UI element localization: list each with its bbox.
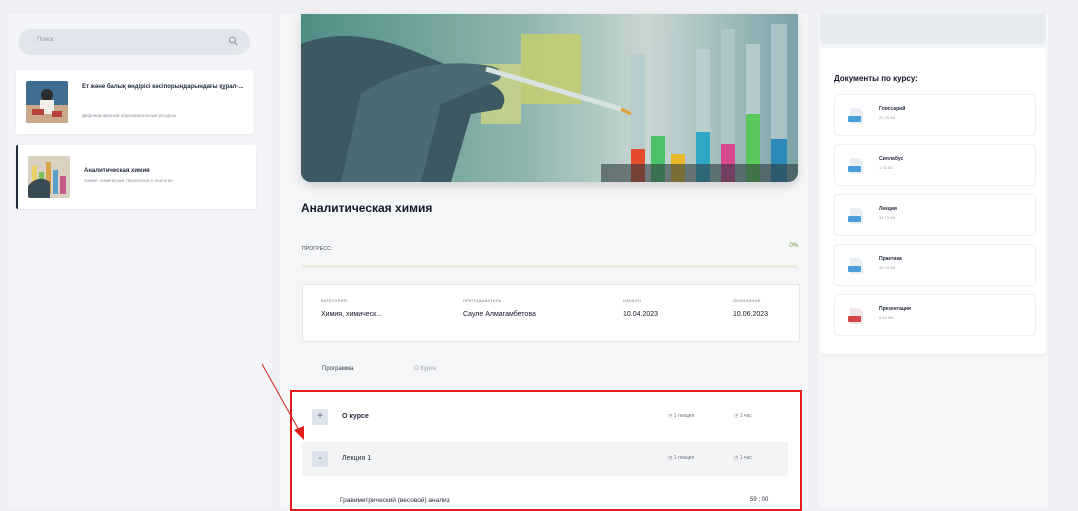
info-end-date: ОКОНЧАНИЕ 10.06.2023 [733, 298, 768, 318]
course-thumbnail [26, 81, 68, 123]
progress-bar [302, 265, 798, 268]
course-tabs: Программа О Курсе [302, 360, 798, 391]
course-title: Аналитическая химия [301, 201, 433, 215]
annotation-arrow-icon [261, 363, 304, 440]
course-main: Аналитическая химия ПРОГРЕСС: 0% КАТЕГОР… [280, 14, 808, 511]
file-icon [848, 258, 863, 274]
course-subtitle: Химия, химические технологии и экология [84, 178, 173, 183]
document-name: Практика [879, 256, 902, 262]
progress-label: ПРОГРЕСС: [302, 246, 333, 252]
info-label: ОКОНЧАНИЕ [733, 298, 761, 303]
course-thumbnail [28, 156, 70, 198]
section-title: Лекция 1 [342, 455, 372, 462]
progress-percent: 0% [789, 243, 798, 249]
info-teacher: ПРЕПОДАВАТЕЛЬ Сауле Алмагамбетова [463, 298, 536, 318]
document-name: Лекция [879, 206, 897, 212]
document-name: Силлабус [879, 156, 904, 162]
section-title: О курсе [342, 413, 369, 420]
file-icon [848, 208, 863, 224]
documents-panel: Документы по курсу: Глоссарий 21.29 КБ С… [820, 48, 1046, 354]
document-item-presentation[interactable]: Презентация 8.53 МБ [834, 294, 1036, 336]
lecture-count: ◷ 1 лекция [668, 413, 695, 419]
course-card-analytical-chemistry[interactable]: Аналитическая химия Химия, химические те… [16, 145, 256, 209]
program-list: + О курсе ◷ 1 лекция ◷ 1 час - Лекция 1 … [290, 390, 802, 511]
document-size: 21.29 КБ [879, 115, 896, 120]
search-icon [229, 36, 238, 46]
info-label: ПРЕПОДАВАТЕЛЬ [463, 298, 502, 303]
info-label: НАЧАЛО [623, 298, 642, 303]
file-icon [848, 308, 863, 324]
tab-program[interactable]: Программа [322, 366, 353, 372]
course-card-meat-fish[interactable]: Ет және балық өндірісі кәсіпорындарындағ… [16, 70, 254, 134]
course-subtitle: Дефинированный образовательные ресурсы [82, 113, 177, 118]
right-panel-header [820, 14, 1046, 44]
tab-about-course[interactable]: О Курсе [414, 366, 436, 372]
right-panel: Документы по курсу: Глоссарий 21.29 КБ С… [818, 14, 1048, 508]
lesson-title[interactable]: Гравиметрический (весовой) анализ [340, 497, 450, 504]
info-category: КАТЕГОРИЯ Химия, химическ... [321, 298, 382, 318]
document-item-syllabus[interactable]: Силлабус 1.33 КБ [834, 144, 1036, 186]
search-input[interactable]: Поиск [18, 29, 250, 55]
course-info-box: КАТЕГОРИЯ Химия, химическ... ПРЕПОДАВАТЕ… [302, 284, 800, 342]
document-item-practice[interactable]: Практика 36.43 КБ [834, 244, 1036, 286]
document-item-glossary[interactable]: Глоссарий 21.29 КБ [834, 94, 1036, 136]
document-size: 1.33 КБ [879, 165, 893, 170]
search-placeholder: Поиск [37, 37, 54, 43]
course-hero-image [301, 14, 798, 182]
document-name: Презентация [879, 306, 911, 312]
lecture-count: ◷ 1 лекция [668, 455, 695, 461]
info-label: КАТЕГОРИЯ [321, 298, 347, 303]
document-name: Глоссарий [879, 106, 906, 112]
collapse-icon[interactable]: - [312, 451, 328, 467]
hours-count: ◷ 1 час [734, 455, 752, 461]
info-value: 10.06.2023 [733, 311, 769, 318]
course-title: Ет және балық өндірісі кәсіпорындарындағ… [82, 84, 244, 90]
info-value: Сауле Алмагамбетова [463, 311, 536, 318]
document-item-lecture[interactable]: Лекция 34.73 КБ [834, 194, 1036, 236]
info-value: 10.04.2023 [623, 311, 659, 318]
sidebar: Поиск Ет және балық өндірісі кәсіпорында… [8, 14, 272, 508]
lesson-duration: 59 : 00 [750, 497, 769, 503]
document-size: 8.53 МБ [879, 315, 894, 320]
document-size: 34.73 КБ [879, 215, 896, 220]
course-title: Аналитическая химия [84, 168, 150, 174]
file-icon [848, 108, 863, 124]
hours-count: ◷ 1 час [734, 413, 752, 419]
info-start-date: НАЧАЛО 10.04.2023 [623, 298, 658, 318]
file-icon [848, 158, 863, 174]
document-size: 36.43 КБ [879, 265, 896, 270]
documents-title: Документы по курсу: [834, 74, 918, 83]
info-value: Химия, химическ... [321, 311, 383, 318]
program-section-row[interactable]: - Лекция 1 ◷ 1 лекция ◷ 1 час [302, 442, 788, 476]
program-section-row[interactable]: + О курсе ◷ 1 лекция ◷ 1 час [302, 400, 788, 434]
